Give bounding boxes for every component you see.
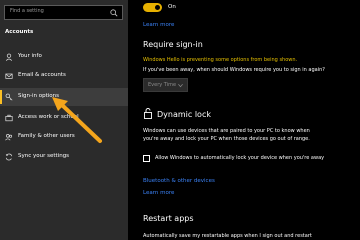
sidebar-item-sign-in-options[interactable]: Sign-in options bbox=[0, 88, 128, 106]
require-signin-title: Require sign-in bbox=[143, 40, 203, 49]
sidebar: Find a setting Accounts Your info Email … bbox=[0, 0, 128, 240]
dynamic-lock-icon bbox=[144, 108, 152, 119]
require-signin-dropdown[interactable]: Every Time bbox=[143, 78, 188, 92]
sidebar-item-label: Access work or school bbox=[18, 114, 79, 120]
learn-more-link[interactable]: Learn more bbox=[143, 190, 174, 196]
chevron-down-icon bbox=[178, 84, 183, 88]
sync-icon bbox=[5, 153, 13, 161]
sidebar-item-label: Sync your settings bbox=[18, 153, 70, 159]
key-icon bbox=[5, 93, 13, 101]
dynamic-lock-title: Dynamic lock bbox=[157, 110, 211, 119]
briefcase-icon bbox=[5, 114, 13, 122]
sidebar-item-sync[interactable]: Sync your settings bbox=[0, 148, 128, 166]
sidebar-item-label: Your info bbox=[18, 53, 42, 59]
sidebar-item-access-work[interactable]: Access work or school bbox=[0, 109, 128, 127]
toggle-label: On bbox=[168, 4, 176, 10]
bluetooth-devices-link[interactable]: Bluetooth & other devices bbox=[143, 178, 215, 184]
restart-apps-title: Restart apps bbox=[143, 214, 194, 223]
email-icon bbox=[5, 73, 13, 79]
sidebar-item-email-accounts[interactable]: Email & accounts bbox=[0, 67, 128, 85]
toggle-switch[interactable] bbox=[143, 3, 162, 12]
dynamic-lock-desc-1: Windows can use devices that are paired … bbox=[143, 128, 310, 134]
search-placeholder: Find a setting bbox=[10, 8, 44, 14]
restart-apps-desc: Automatically save my restartable apps w… bbox=[143, 233, 312, 239]
dynamic-lock-checkbox-label: Allow Windows to automatically lock your… bbox=[155, 155, 325, 161]
hello-warning-text: Windows Hello is preventing some options… bbox=[143, 57, 298, 63]
search-icon bbox=[110, 9, 118, 17]
sidebar-item-label: Email & accounts bbox=[18, 72, 66, 78]
dynamic-lock-checkbox[interactable] bbox=[143, 155, 150, 162]
sidebar-item-label: Sign-in options bbox=[18, 93, 60, 99]
sidebar-item-your-info[interactable]: Your info bbox=[0, 48, 128, 66]
main-content: On Learn more Require sign-in Windows He… bbox=[128, 0, 360, 240]
learn-more-link[interactable]: Learn more bbox=[143, 22, 174, 28]
search-input[interactable]: Find a setting bbox=[4, 5, 123, 20]
person-icon bbox=[5, 53, 13, 61]
people-icon bbox=[5, 134, 13, 141]
active-indicator bbox=[0, 90, 2, 104]
require-signin-question: If you've been away, when should Windows… bbox=[143, 67, 325, 73]
sidebar-item-family[interactable]: Family & other users bbox=[0, 128, 128, 146]
dropdown-value: Every Time bbox=[148, 82, 177, 88]
toggle-knob bbox=[155, 5, 160, 10]
section-title: Accounts bbox=[5, 29, 34, 35]
dynamic-lock-desc-2: you're away and lock your PC when those … bbox=[143, 136, 310, 142]
sidebar-item-label: Family & other users bbox=[18, 133, 75, 139]
